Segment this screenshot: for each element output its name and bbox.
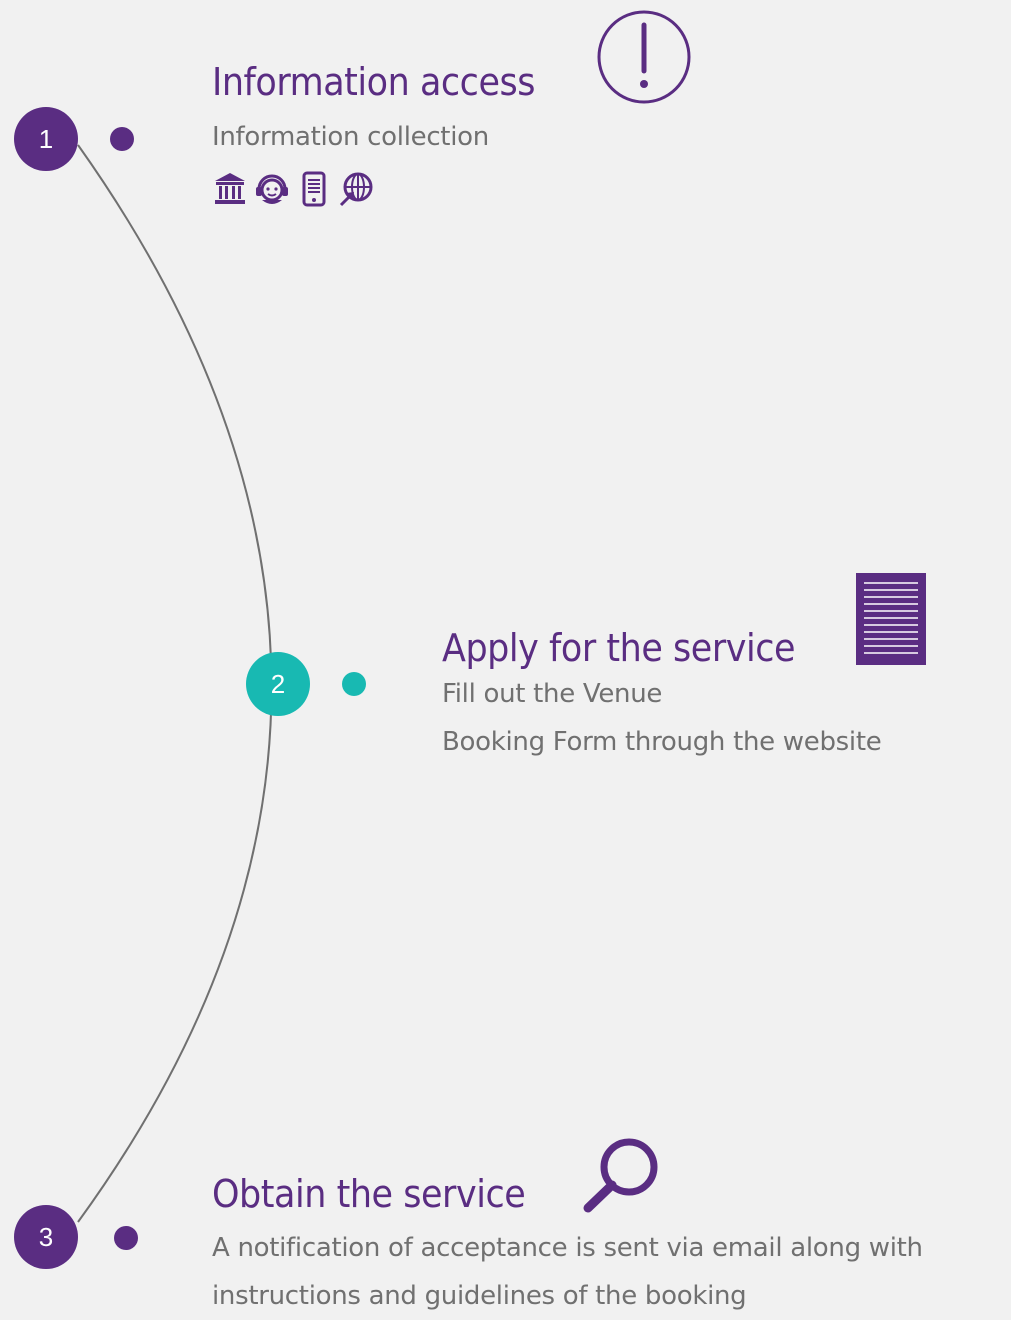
step-3-circle[interactable]: 3 bbox=[14, 1205, 78, 1269]
institution-building-icon bbox=[215, 173, 245, 204]
step-1-dot bbox=[110, 127, 134, 151]
step-3-description: A notification of acceptance is sent via… bbox=[212, 1224, 923, 1320]
exclamation-circle-icon bbox=[597, 10, 691, 104]
form-document-icon bbox=[856, 573, 926, 665]
step-1-title: Information access bbox=[212, 60, 536, 104]
step-2-description-line: Booking Form through the website bbox=[442, 727, 882, 757]
step-2-circle[interactable]: 2 bbox=[246, 652, 310, 716]
step-3-description-line: A notification of acceptance is sent via… bbox=[212, 1233, 923, 1263]
timeline-arc-line bbox=[77, 144, 273, 1223]
step-1-number: 1 bbox=[38, 124, 54, 154]
step-2-dot bbox=[342, 672, 366, 696]
step-2-title: Apply for the service bbox=[442, 626, 796, 670]
step-2-description-line: Fill out the Venue bbox=[442, 679, 663, 709]
call-center-agent-icon bbox=[256, 174, 288, 204]
channel-icons bbox=[212, 170, 374, 208]
step-3-description-line: instructions and guidelines of the booki… bbox=[212, 1281, 747, 1311]
mobile-phone-icon bbox=[302, 171, 326, 207]
step-3-title: Obtain the service bbox=[212, 1172, 526, 1216]
step-2-number: 2 bbox=[270, 669, 286, 699]
magnifier-search-icon bbox=[583, 1138, 658, 1213]
step-1-description: Information collection bbox=[212, 113, 489, 161]
step-3-dot bbox=[114, 1226, 138, 1250]
step-3-number: 3 bbox=[38, 1222, 54, 1252]
step-2-description: Fill out the Venue Booking Form through … bbox=[442, 670, 882, 766]
step-1-circle[interactable]: 1 bbox=[14, 107, 78, 171]
step-1-description-line: Information collection bbox=[212, 122, 489, 152]
website-globe-icon bbox=[339, 172, 373, 207]
